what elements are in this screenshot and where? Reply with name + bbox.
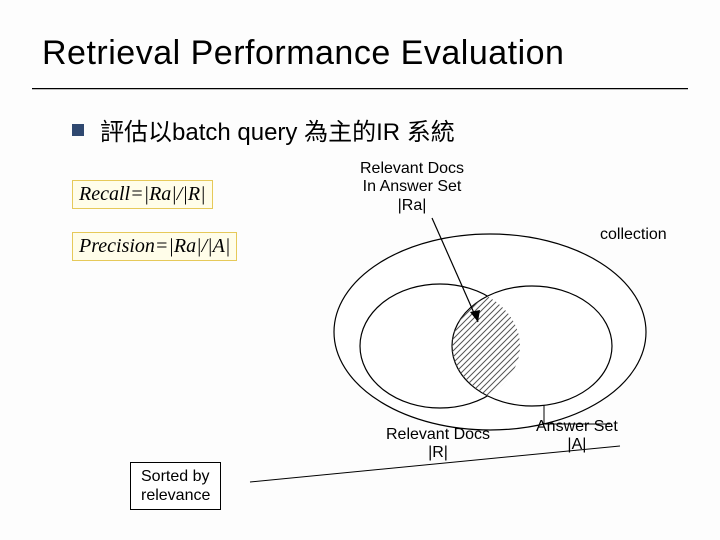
answer-label: Answer Set |A| (536, 418, 618, 455)
relevant-label-line1: Relevant Docs (386, 426, 490, 443)
relevant-label: Relevant Docs |R| (386, 426, 490, 463)
bullet-text: 評估以batch query 為主的IR 系統 (100, 112, 455, 147)
sorted-line1: Sorted by (141, 468, 209, 485)
collection-label: collection (600, 226, 667, 244)
bullet-item: 評估以batch query 為主的IR 系統 (72, 112, 455, 147)
ra-label-line3: |Ra| (398, 197, 427, 214)
ra-label-line2: In Answer Set (363, 178, 462, 195)
precision-formula: Precision=|Ra|/|A| (72, 232, 237, 261)
page-title: Retrieval Performance Evaluation (42, 34, 564, 73)
square-bullet-icon (72, 124, 84, 136)
answer-label-line2: |A| (567, 436, 586, 453)
relevant-label-line2: |R| (428, 444, 448, 461)
ra-label: Relevant Docs In Answer Set |Ra| (360, 160, 464, 215)
ra-label-line1: Relevant Docs (360, 160, 464, 177)
answer-label-line1: Answer Set (536, 418, 618, 435)
sorted-by-relevance-box: Sorted by relevance (130, 462, 221, 510)
title-underline (32, 88, 688, 89)
slide: Retrieval Performance Evaluation 評估以batc… (0, 0, 720, 540)
recall-formula: Recall=|Ra|/|R| (72, 180, 213, 209)
venn-diagram: Relevant Docs In Answer Set |Ra| collect… (320, 160, 700, 490)
sorted-line2: relevance (141, 487, 210, 504)
